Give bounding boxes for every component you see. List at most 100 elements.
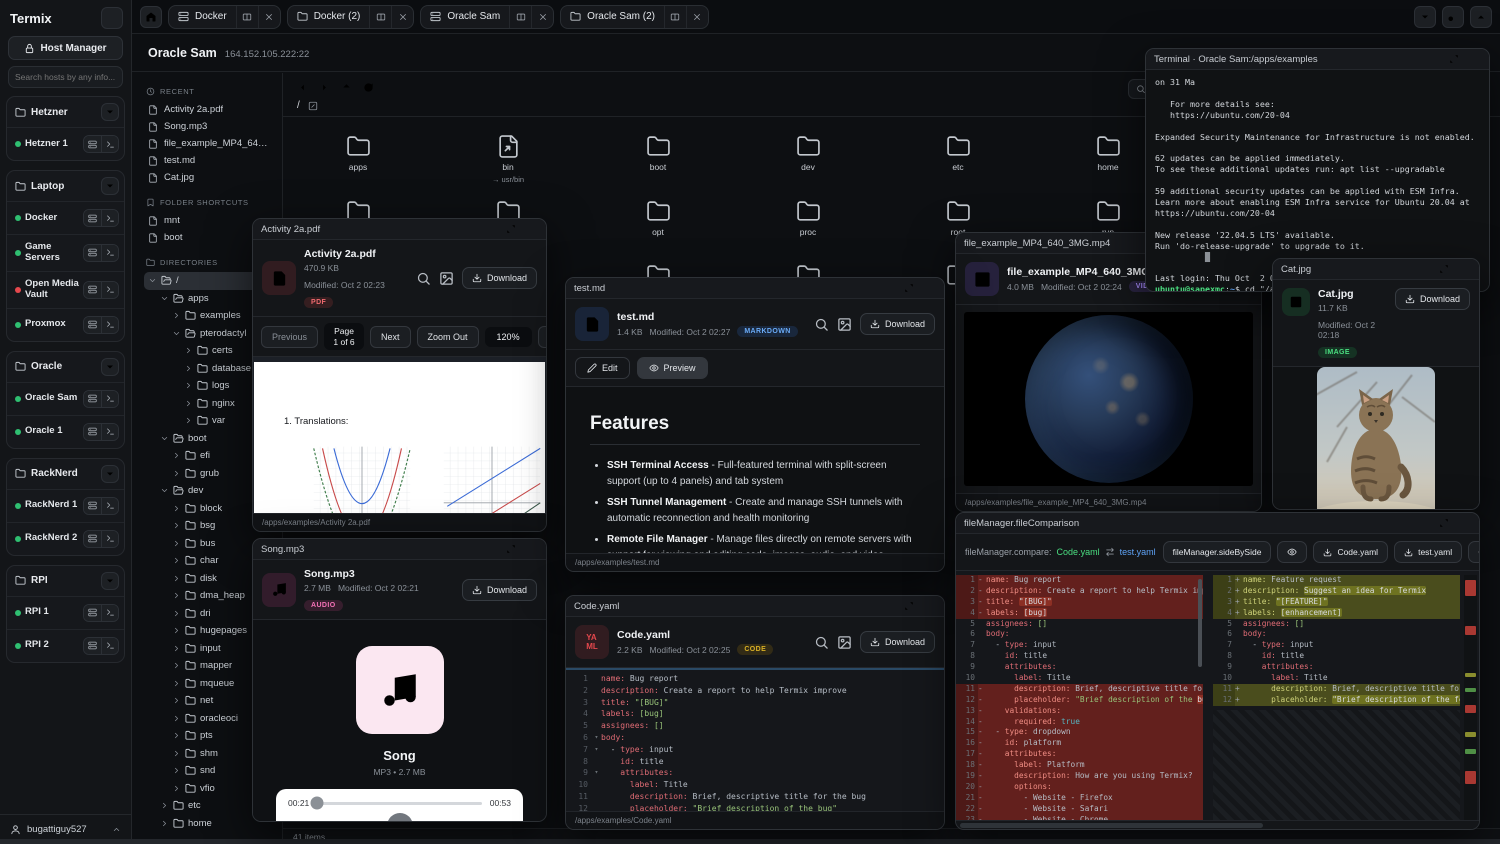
close-icon[interactable] (524, 542, 538, 556)
visibility-button[interactable] (1277, 541, 1307, 563)
file-panel-item[interactable]: Song.mp3 (144, 118, 276, 135)
close-tab-icon[interactable] (391, 6, 413, 28)
file-manager-session-button[interactable] (84, 317, 101, 333)
host-group-hetzner[interactable]: Hetzner (7, 97, 124, 127)
chevron-right-icon[interactable] (172, 714, 181, 723)
terminal-session-button[interactable] (101, 210, 118, 226)
chevron-right-icon[interactable] (172, 696, 181, 705)
host-search-input[interactable] (15, 72, 116, 82)
chevron-down-icon[interactable] (160, 486, 169, 495)
host-search[interactable] (8, 66, 123, 88)
close-icon[interactable] (1457, 262, 1471, 276)
file-manager-session-button[interactable] (84, 210, 101, 226)
download-button[interactable]: Download (860, 313, 935, 335)
chevron-right-icon[interactable] (172, 784, 181, 793)
chevron-down-icon[interactable] (148, 276, 157, 285)
split-tab-icon[interactable] (369, 6, 391, 28)
play-button[interactable] (387, 813, 413, 822)
file-manager-session-button[interactable] (84, 424, 101, 440)
zoom-out-button[interactable]: Zoom Out (417, 326, 479, 348)
diff-pane-right[interactable]: 1+name: Feature request2+description: Su… (1213, 575, 1460, 820)
collapse-group-button[interactable] (101, 358, 119, 376)
chevron-right-icon[interactable] (184, 346, 193, 355)
chevron-right-icon[interactable] (172, 504, 181, 513)
window-titlebar[interactable]: fileManager.fileComparison (956, 513, 1479, 534)
chevron-right-icon[interactable] (172, 766, 181, 775)
host-item-hetzner-1[interactable]: Hetzner 1 (7, 127, 124, 160)
file-manager-session-button[interactable] (84, 638, 101, 654)
previous-page-button[interactable]: Previous (261, 326, 318, 348)
file-panel-item[interactable]: Cat.jpg (144, 169, 276, 186)
tab-oracle-sam-2-[interactable]: Oracle Sam (2) (560, 5, 709, 29)
grid-folder-apps[interactable]: apps (283, 128, 433, 192)
swap-icon[interactable] (1105, 547, 1115, 557)
window-titlebar[interactable]: Terminal · Oracle Sam:/apps/examples (1146, 49, 1489, 70)
collapse-group-button[interactable] (101, 465, 119, 483)
grid-folder-opt[interactable]: opt (583, 193, 733, 257)
breadcrumb-path[interactable]: / (297, 100, 300, 111)
download-file-b-button[interactable]: test.yaml (1394, 541, 1462, 563)
chevron-right-icon[interactable] (172, 451, 181, 460)
chevron-right-icon[interactable] (172, 626, 181, 635)
chevron-right-icon[interactable] (184, 399, 193, 408)
pdf-page-view[interactable]: 1. Translations: (253, 357, 546, 513)
window-titlebar[interactable]: Code.yaml (566, 596, 944, 617)
chevron-right-icon[interactable] (172, 469, 181, 478)
host-item-rpi-2[interactable]: RPI 2 (7, 629, 124, 662)
chevron-right-icon[interactable] (172, 661, 181, 670)
file-manager-session-button[interactable] (84, 498, 101, 514)
host-item-racknerd-2[interactable]: RackNerd 2 (7, 522, 124, 555)
nav-forward-button[interactable] (315, 78, 333, 96)
expand-icon[interactable] (1437, 262, 1451, 276)
close-icon[interactable] (922, 599, 936, 613)
terminal-session-button[interactable] (101, 391, 118, 407)
split-tab-icon[interactable] (664, 6, 686, 28)
code-editor[interactable]: 1name: Bug report2description: Create a … (566, 668, 944, 811)
host-item-open-media-vault[interactable]: Open Media Vault (7, 271, 124, 308)
compare-file-b[interactable]: test.yaml (1120, 547, 1156, 557)
chevron-up-button[interactable] (1470, 6, 1492, 28)
preview-button[interactable]: Preview (637, 357, 708, 379)
split-tab-icon[interactable] (509, 6, 531, 28)
chevron-right-icon[interactable] (172, 679, 181, 688)
chevron-right-icon[interactable] (184, 381, 193, 390)
tab-oracle-sam[interactable]: Oracle Sam (420, 5, 554, 29)
window-titlebar[interactable]: Activity 2a.pdf (253, 219, 546, 240)
file-manager-session-button[interactable] (84, 245, 101, 261)
window-titlebar[interactable]: Song.mp3 (253, 539, 546, 560)
preview-icon[interactable] (837, 635, 852, 650)
file-manager-session-button[interactable] (84, 391, 101, 407)
window-titlebar[interactable]: Cat.jpg (1273, 259, 1479, 280)
close-icon[interactable] (524, 222, 538, 236)
refresh-compare-button[interactable] (1468, 541, 1480, 563)
search-icon[interactable] (814, 317, 829, 332)
expand-icon[interactable] (504, 222, 518, 236)
close-tab-icon[interactable] (531, 6, 553, 28)
terminal-session-button[interactable] (101, 317, 118, 333)
close-icon[interactable] (1467, 52, 1481, 66)
edit-path-icon[interactable] (308, 101, 318, 111)
terminal-session-button[interactable] (101, 424, 118, 440)
chevron-right-icon[interactable] (172, 644, 181, 653)
seek-slider[interactable] (317, 802, 481, 805)
host-group-racknerd[interactable]: RackNerd (7, 459, 124, 489)
next-page-button[interactable]: Next (370, 326, 411, 348)
download-button[interactable]: Download (1395, 288, 1470, 310)
terminal-session-button[interactable] (101, 136, 118, 152)
home-button[interactable] (140, 6, 162, 28)
markdown-preview[interactable]: Features SSH Terminal Access - Full-feat… (566, 387, 944, 553)
host-item-rpi-1[interactable]: RPI 1 (7, 596, 124, 629)
expand-icon[interactable] (1447, 52, 1461, 66)
file-panel-item[interactable]: file_example_MP4_640_3MG.mp4 (144, 135, 276, 152)
nav-back-button[interactable] (293, 78, 311, 96)
terminal-session-button[interactable] (101, 498, 118, 514)
grid-folder-proc[interactable]: proc (733, 193, 883, 257)
collapse-group-button[interactable] (101, 103, 119, 121)
tab-docker-2-[interactable]: Docker (2) (287, 5, 415, 29)
grid-folder-etc[interactable]: etc (883, 128, 1033, 192)
side-by-side-button[interactable]: fileManager.sideBySide (1163, 541, 1272, 563)
image-view[interactable] (1273, 367, 1479, 510)
key-button[interactable] (1442, 6, 1464, 28)
expand-icon[interactable] (1437, 516, 1451, 530)
chevron-right-icon[interactable] (172, 556, 181, 565)
